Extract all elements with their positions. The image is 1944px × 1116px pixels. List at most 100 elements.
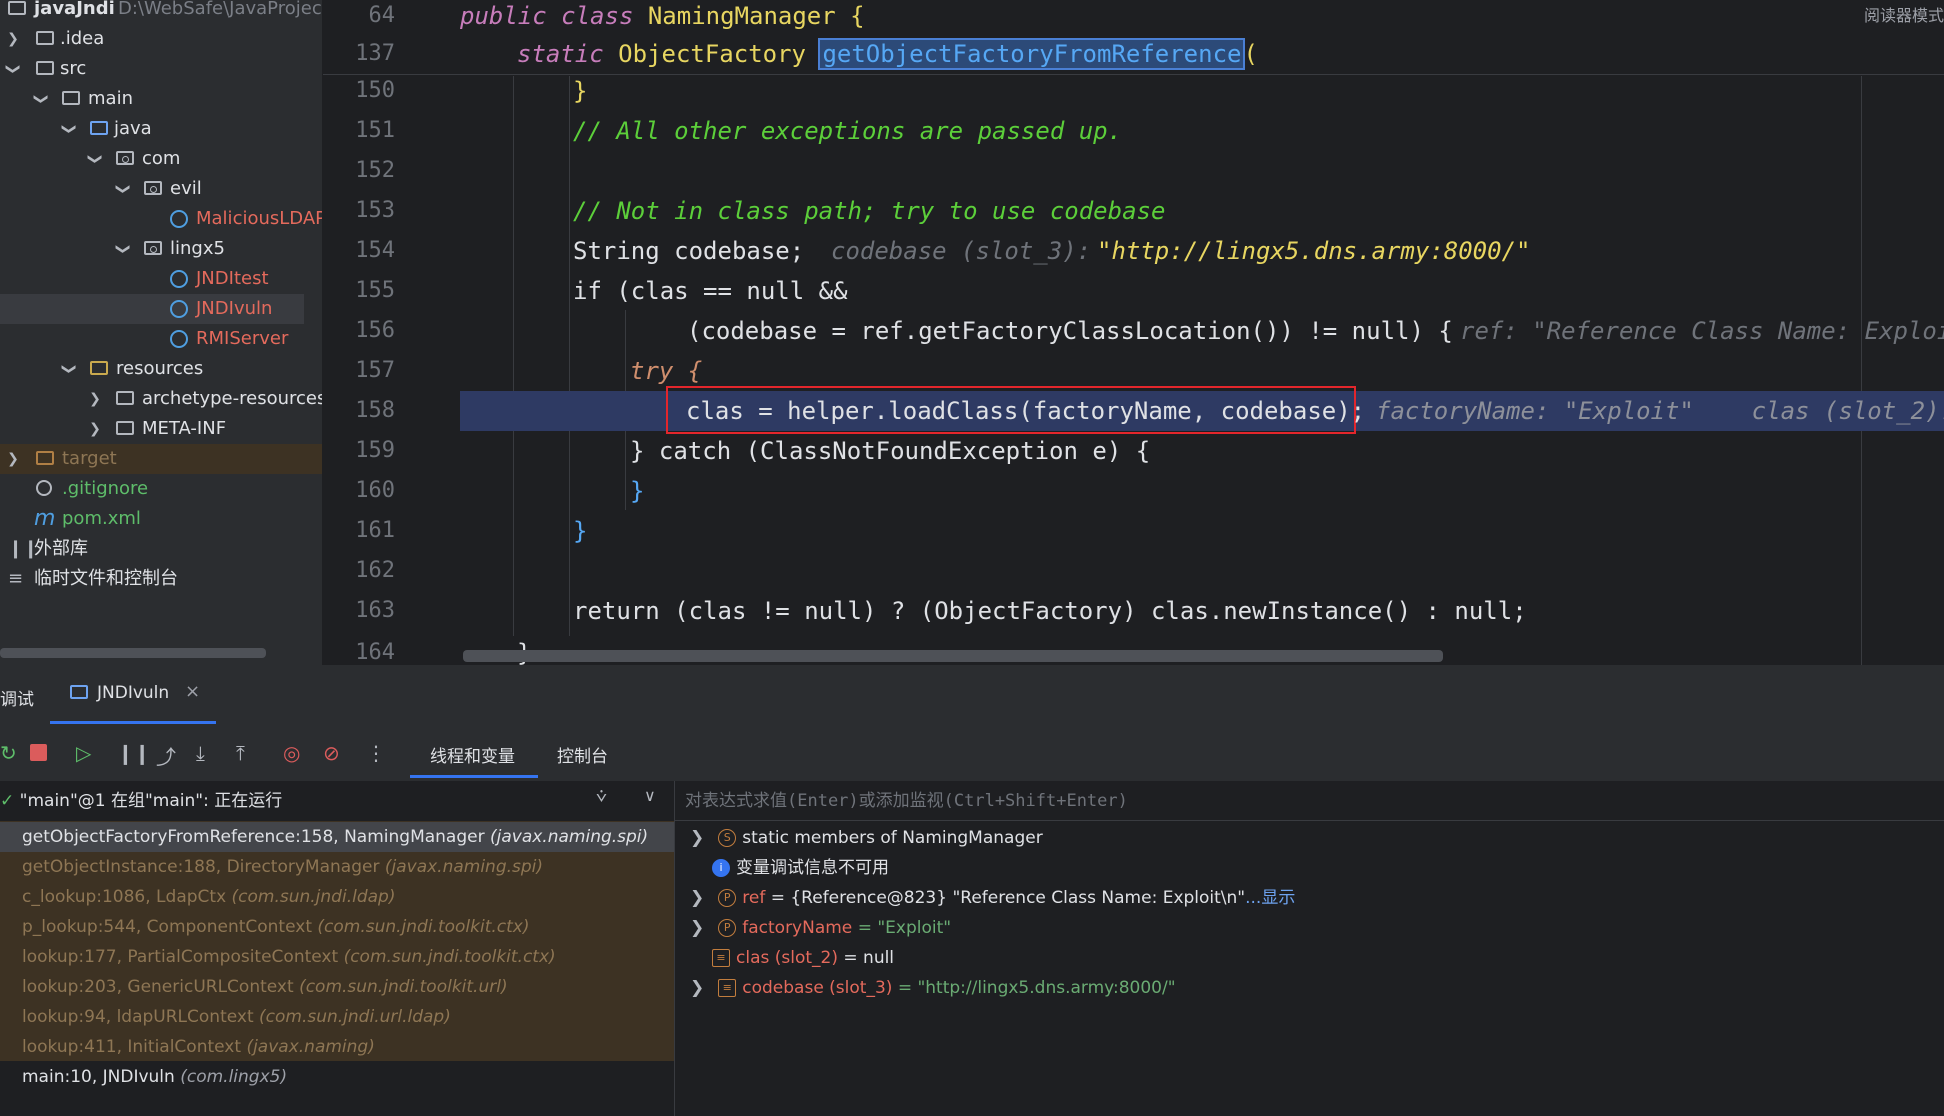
- tree-item-jnditest[interactable]: JNDItest: [0, 264, 322, 294]
- tree-item-gitignore[interactable]: .gitignore: [0, 474, 322, 504]
- stack-frame[interactable]: lookup:94, ldapURLContext (com.sun.jndi.…: [0, 1002, 674, 1032]
- chevron-right-icon[interactable]: ❯: [690, 828, 704, 848]
- chevron-down-icon[interactable]: ❯: [80, 152, 110, 166]
- chevron-right-icon[interactable]: ❯: [690, 918, 704, 938]
- line-number: 152: [355, 158, 395, 183]
- right-margin-guide: [1861, 76, 1862, 665]
- chevron-right-icon[interactable]: ❯: [88, 414, 102, 444]
- folder-icon: [36, 451, 54, 465]
- tree-scrollbar[interactable]: [0, 648, 266, 658]
- code-line[interactable]: } catch (ClassNotFoundException e) {: [630, 436, 1150, 466]
- tree-item-lingx5[interactable]: ❯ lingx5: [0, 234, 322, 264]
- stack-frame[interactable]: getObjectInstance:188, DirectoryManager …: [0, 852, 674, 882]
- reader-mode-link[interactable]: 阅读器模式: [1864, 2, 1944, 26]
- folder-icon: [36, 61, 54, 75]
- tree-item-com[interactable]: ❯ com: [0, 144, 322, 174]
- tree-item-rmiserver[interactable]: RMIServer: [0, 324, 322, 354]
- code-line[interactable]: return (clas != null) ? (ObjectFactory) …: [573, 596, 1527, 626]
- close-icon[interactable]: ×: [185, 681, 200, 702]
- code-line[interactable]: }: [630, 476, 644, 506]
- sticky-line-class[interactable]: public class NamingManager {: [460, 0, 865, 32]
- tree-item-idea[interactable]: ❯ .idea: [0, 24, 322, 54]
- tree-item-main[interactable]: ❯ main: [0, 84, 322, 114]
- tree-item-meta-inf[interactable]: ❯ META-INF: [0, 414, 322, 444]
- code-line[interactable]: if (clas == null &&: [573, 276, 848, 306]
- editor-hscrollbar[interactable]: [463, 650, 1443, 662]
- filter-icon[interactable]: ⩒: [596, 786, 607, 807]
- step-into-icon[interactable]: ⤓: [196, 741, 205, 765]
- tab-console[interactable]: 控制台: [557, 742, 608, 767]
- maven-icon: m: [34, 506, 56, 531]
- line-number: 155: [355, 278, 395, 303]
- chevron-down-icon[interactable]: ❯: [26, 92, 56, 106]
- resume-icon[interactable]: ▷: [76, 741, 91, 765]
- thread-selector[interactable]: ✓ "main"@1 在组"main": 正在运行: [0, 786, 282, 811]
- stack-frame[interactable]: lookup:177, PartialCompositeContext (com…: [0, 942, 674, 972]
- stack-frame[interactable]: main:10, JNDIvuln (com.lingx5): [0, 1062, 674, 1092]
- stack-frame[interactable]: lookup:203, GenericURLContext (com.sun.j…: [0, 972, 674, 1002]
- chevron-right-icon[interactable]: ❯: [690, 978, 704, 998]
- chevron-down-icon[interactable]: ❯: [54, 122, 84, 136]
- session-tab[interactable]: JNDIvuln: [97, 683, 169, 703]
- chevron-down-icon[interactable]: ❯: [108, 242, 138, 256]
- chevron-right-icon[interactable]: ❯: [6, 444, 20, 474]
- code-line[interactable]: }: [573, 516, 587, 546]
- thread-label: "main"@1 在组"main": 正在运行: [19, 791, 283, 811]
- inline-debug-value: "http://lingx5.dns.army:8000/": [1097, 237, 1531, 265]
- code-line[interactable]: // Not in class path; try to use codebas…: [573, 196, 1165, 226]
- tree-item-pom[interactable]: m pom.xml: [0, 504, 322, 534]
- evaluate-expression-input[interactable]: 对表达式求值(Enter)或添加监视(Ctrl+Shift+Enter): [685, 786, 1128, 811]
- class-icon: [170, 270, 188, 288]
- tab-threads-variables[interactable]: 线程和变量: [430, 742, 515, 767]
- tree-item-evil[interactable]: ❯ evil: [0, 174, 322, 204]
- chevron-down-icon[interactable]: ❯: [0, 62, 28, 76]
- chevron-down-icon[interactable]: ❯: [108, 182, 138, 196]
- indent-guide: [513, 76, 514, 636]
- tree-item-jndivuln[interactable]: JNDIvuln: [0, 294, 304, 324]
- code-line[interactable]: try {: [630, 356, 702, 386]
- tree-item-resources[interactable]: ❯ resources: [0, 354, 322, 384]
- tree-item-maliciousldap[interactable]: MaliciousLDAPS: [0, 204, 322, 234]
- pane-divider: [674, 781, 675, 1116]
- line-number: 153: [355, 198, 395, 223]
- sticky-line-method[interactable]: static ObjectFactory getObjectFactoryFro…: [517, 38, 1258, 70]
- line-number: 163: [355, 598, 395, 623]
- code-line[interactable]: // All other exceptions are passed up.: [573, 116, 1122, 146]
- tree-item-java[interactable]: ❯ java: [0, 114, 322, 144]
- chevron-right-icon[interactable]: ❯: [690, 888, 704, 908]
- code-line[interactable]: }: [573, 76, 587, 106]
- step-out-icon[interactable]: ⤒: [236, 741, 245, 765]
- tree-item-external-libraries[interactable]: ❙❙ 外部库: [0, 534, 322, 564]
- chevron-right-icon[interactable]: ❯: [6, 24, 20, 54]
- var-factoryname[interactable]: ❯ PfactoryName = "Exploit": [690, 913, 951, 943]
- step-over-icon[interactable]: ⤴: [156, 741, 176, 770]
- rerun-icon[interactable]: ↻: [0, 741, 17, 765]
- stop-icon[interactable]: [30, 744, 47, 761]
- more-icon[interactable]: ⋮: [366, 741, 386, 765]
- pause-icon[interactable]: ❙❙: [117, 741, 151, 765]
- code-line[interactable]: (codebase = ref.getFactoryClassLocation(…: [687, 316, 1453, 346]
- chevron-down-icon[interactable]: ❯: [54, 362, 84, 376]
- stack-frame[interactable]: getObjectFactoryFromReference:158, Namin…: [0, 822, 674, 852]
- chevron-down-icon[interactable]: ∨: [644, 786, 656, 805]
- var-clas[interactable]: ≡ clas (slot_2) = null: [712, 943, 894, 973]
- view-breakpoints-icon[interactable]: ◎: [283, 741, 300, 765]
- tree-item-target[interactable]: ❯ target: [0, 444, 322, 474]
- tree-item-scratches[interactable]: ≡ 临时文件和控制台: [0, 564, 322, 594]
- show-more-link[interactable]: ...显示: [1245, 888, 1295, 908]
- mute-breakpoints-icon[interactable]: ⊘: [323, 741, 340, 765]
- var-codebase[interactable]: ❯ ≡ codebase (slot_3) = "http://lingx5.dns…: [690, 973, 1176, 1003]
- tree-item-javajndi[interactable]: javaJndi D:\WebSafe\JavaProject\j: [0, 0, 322, 24]
- chevron-right-icon[interactable]: ❯: [88, 384, 102, 414]
- code-editor[interactable]: 64 public class NamingManager { 137 stat…: [323, 0, 1944, 665]
- stack-frame[interactable]: c_lookup:1086, LdapCtx (com.sun.jndi.lda…: [0, 882, 674, 912]
- inline-debug-hint: factoryName: "Exploit" clas (slot_2):: [1376, 397, 1944, 425]
- stack-frame[interactable]: lookup:411, InitialContext (javax.naming…: [0, 1032, 674, 1062]
- tree-item-archetype-resources[interactable]: ❯ archetype-resources: [0, 384, 322, 414]
- var-static-members[interactable]: ❯ Sstatic members of NamingManager: [690, 823, 1043, 853]
- var-ref[interactable]: ❯ Pref = {Reference@823} "Reference Class…: [690, 883, 1295, 913]
- code-line[interactable]: String codebase;: [573, 236, 804, 266]
- tree-item-src[interactable]: ❯ src: [0, 54, 322, 84]
- stack-frame[interactable]: p_lookup:544, ComponentContext (com.sun.…: [0, 912, 674, 942]
- code-line-current[interactable]: clas = helper.loadClass(factoryName, cod…: [686, 396, 1365, 426]
